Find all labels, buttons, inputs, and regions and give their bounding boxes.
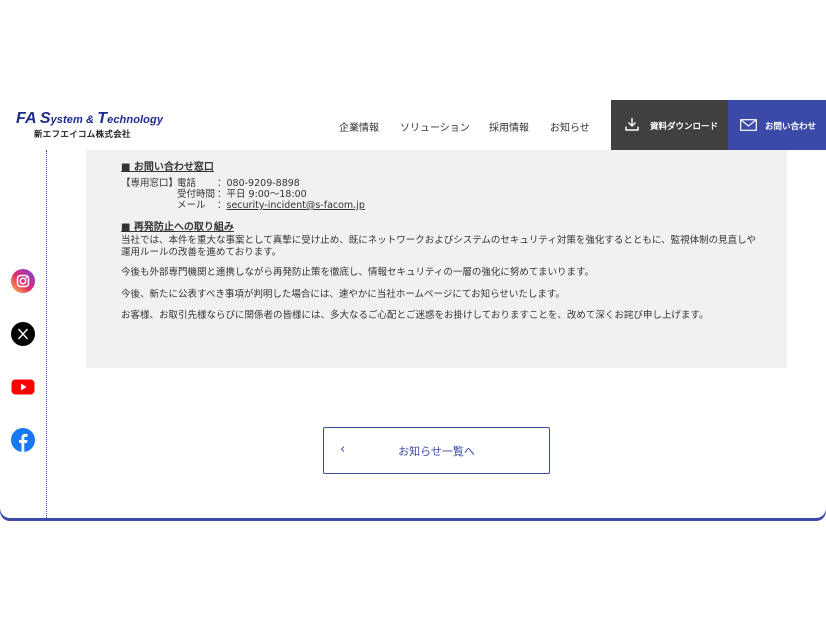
prevention-section-title: ■ 再発防止への取り組み: [121, 222, 234, 233]
nav-item-recruit[interactable]: 採用情報: [489, 119, 529, 134]
contact-button[interactable]: お問い合わせ: [728, 100, 826, 150]
nav-item-news[interactable]: お知らせ: [550, 119, 590, 134]
instagram-icon[interactable]: [11, 269, 35, 293]
page-frame: FA System & Technology 新エフエイコム株式会社 企業情報 …: [0, 100, 826, 518]
mail-row: ：security-incident@s-facom.jp: [217, 200, 365, 211]
nav-item-solutions[interactable]: ソリューション: [400, 119, 470, 134]
paragraph: 今後も外部専門機関と連携しながら再発防止策を徹底し、情報セキュリティの一層の強化…: [121, 267, 595, 278]
contact-window-label: 【専用窓口】: [121, 178, 179, 189]
site-logo[interactable]: FA System & Technology 新エフエイコム株式会社: [16, 110, 163, 140]
decorative-dotted-line: [46, 150, 47, 518]
paragraph: お客様、お取引先様ならびに関係者の皆様には、多大なるご心配とご迷惑をお掛けしてお…: [121, 310, 709, 321]
facebook-icon[interactable]: [11, 428, 35, 452]
download-button-label: 資料ダウンロード: [650, 122, 719, 132]
download-button[interactable]: 資料ダウンロード: [611, 100, 728, 150]
paragraph: 今後、新たに公表すべき事項が判明した場合には、速やかに当社ホームページにてお知ら…: [121, 289, 565, 300]
paragraph: 当社では、本件を重大な事案として真摯に受け止め、既にネットワークおよびシステムの…: [121, 235, 756, 258]
mail-label: メール: [177, 200, 206, 211]
x-icon[interactable]: [11, 322, 35, 346]
email-link[interactable]: security-incident@s-facom.jp: [227, 200, 365, 211]
logo-company-name: 新エフエイコム株式会社: [34, 130, 131, 140]
article-body: ■ お問い合わせ窓口 【専用窓口】 電話 ：080-9209-8898 受付時間…: [86, 150, 787, 368]
nav-item-company[interactable]: 企業情報: [339, 119, 379, 134]
back-to-news-list-button[interactable]: ‹ お知らせ一覧へ: [323, 427, 550, 474]
mail-icon: [740, 119, 757, 131]
logo-wordmark: FA System & Technology: [16, 110, 164, 127]
youtube-icon[interactable]: [11, 375, 35, 399]
download-icon: [625, 118, 639, 131]
contact-button-label: お問い合わせ: [765, 122, 817, 132]
back-button-label: お知らせ一覧へ: [398, 445, 475, 458]
site-header: FA System & Technology 新エフエイコム株式会社 企業情報 …: [0, 100, 826, 150]
contact-section-title: ■ お問い合わせ窓口: [121, 162, 214, 173]
